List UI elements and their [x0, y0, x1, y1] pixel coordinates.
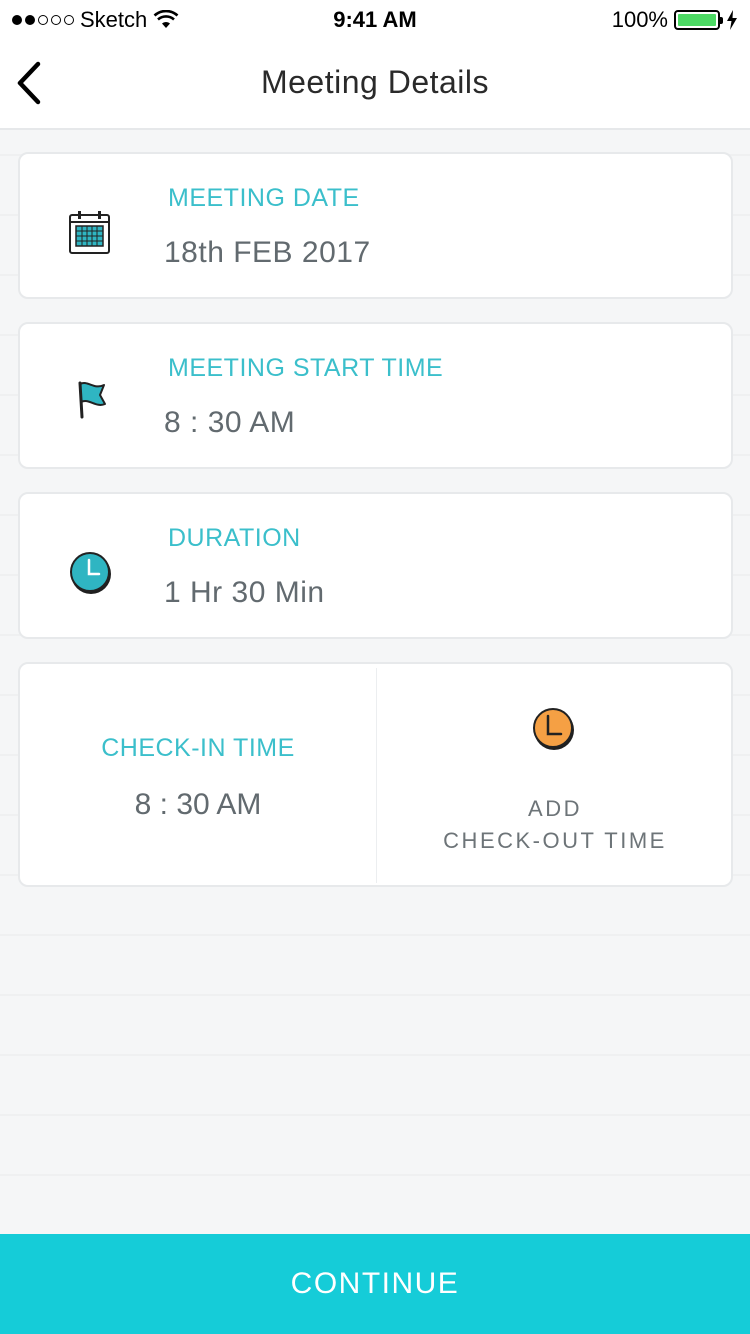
status-right: 100% [612, 7, 738, 33]
add-check-out-time-button[interactable]: ADD CHECK-OUT TIME [377, 664, 733, 885]
start-time-value: 8 : 30 AM [164, 406, 296, 439]
duration-label: DURATION [168, 524, 301, 552]
check-in-value: 8 : 30 AM [134, 788, 262, 821]
add-checkout-line2: CHECK-OUT TIME [443, 828, 667, 853]
battery-percentage: 100% [611, 7, 668, 32]
duration-value: 1 Hr 30 Min [164, 576, 325, 609]
status-bar: Sketch 9:41 AM 100% [0, 0, 750, 40]
meeting-date-card: MEETING DATE 18th FEB 2017 [18, 152, 733, 299]
calendar-icon [69, 211, 110, 254]
continue-button[interactable]: CONTINUE [0, 1234, 750, 1334]
meeting-start-time-card: MEETING START TIME 8 : 30 AM [18, 322, 733, 469]
duration-card: DURATION 1 Hr 30 Min [18, 492, 733, 639]
check-in-out-card: CHECK-IN TIME 8 : 30 AM ADD CHECK-OUT TI… [18, 662, 733, 887]
add-checkout-line1: ADD [528, 796, 582, 821]
page-title: Meeting Details [260, 64, 490, 100]
charging-bolt-icon [727, 10, 737, 30]
meeting-date-value: 18th FEB 2017 [164, 236, 371, 269]
meeting-date-label: MEETING DATE [168, 184, 360, 212]
navigation-bar: Meeting Details [0, 40, 750, 130]
clock-icon [533, 708, 574, 750]
start-time-label: MEETING START TIME [168, 354, 444, 382]
battery-icon [674, 10, 723, 30]
clock-icon [70, 552, 111, 594]
check-in-label: CHECK-IN TIME [101, 734, 295, 762]
flag-icon [78, 381, 106, 419]
